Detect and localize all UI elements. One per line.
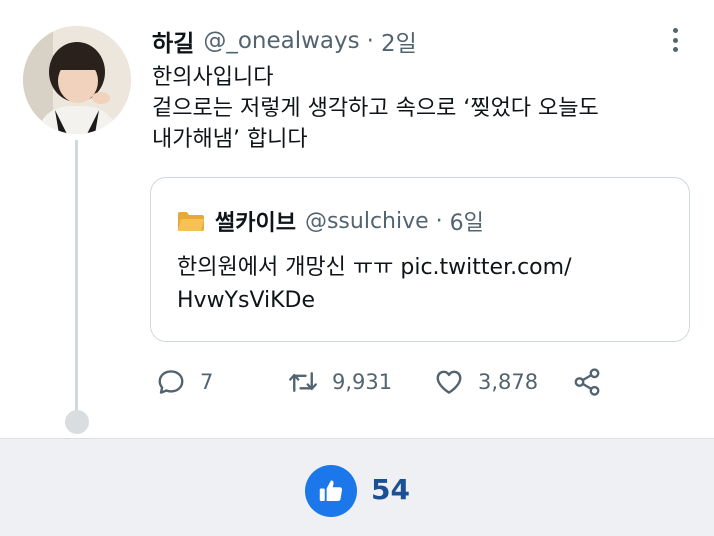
share-icon — [574, 368, 600, 396]
quoted-tweet-header: 썰카이브 @ssulchive · 6일 — [177, 204, 484, 238]
tweet-header: 하길 @_onealways · 2일 — [152, 24, 417, 58]
action-bar: 7 9,931 3,878 — [152, 364, 622, 400]
author-handle[interactable]: @_onealways — [203, 28, 359, 54]
tweet-text: 한의사입니다 겉으로는 저렇게 생각하고 속으로 ‘찢었다 오늘도 내가해냄’ … — [152, 62, 692, 155]
retweet-button[interactable]: 9,931 — [288, 364, 392, 400]
like-count: 3,878 — [478, 370, 539, 394]
footer-like-count: 54 — [371, 473, 410, 506]
quoted-tweet-time[interactable]: 6일 — [450, 205, 484, 237]
thread-line — [75, 140, 78, 412]
reply-button[interactable]: 7 — [156, 364, 213, 400]
share-button[interactable] — [572, 364, 616, 400]
tweet-time[interactable]: 2일 — [381, 24, 417, 58]
tweet-text-line: 내가해냄’ 합니다 — [152, 127, 308, 152]
retweet-icon — [289, 372, 317, 392]
quoted-tweet[interactable]: 썰카이브 @ssulchive · 6일 한의원에서 개망신 ㅠㅠ pic.tw… — [150, 177, 690, 342]
quoted-author-name[interactable]: 썰카이브 — [215, 205, 296, 237]
tweet-text-line: 한의사입니다 — [152, 65, 274, 90]
thumbs-up-icon — [319, 480, 343, 501]
separator: · — [366, 28, 374, 54]
quoted-author-handle[interactable]: @ssulchive — [305, 209, 429, 234]
quoted-text-line: 한의원에서 개망신 ㅠㅠ pic.twitter.com/ — [177, 255, 572, 280]
thumbs-up-button[interactable] — [305, 465, 357, 517]
more-options-icon[interactable] — [664, 27, 686, 53]
tweet-text-line: 겉으로는 저렇게 생각하고 속으로 ‘찢었다 오늘도 — [152, 96, 599, 121]
quoted-text-line: HvwYsViKDe — [177, 288, 316, 313]
reply-count: 7 — [200, 370, 214, 394]
retweet-count: 9,931 — [332, 370, 393, 394]
quoted-tweet-text: 한의원에서 개망신 ㅠㅠ pic.twitter.com/ HvwYsViKDe — [177, 251, 571, 317]
avatar-photo — [23, 26, 131, 134]
separator: · — [435, 208, 443, 234]
avatar[interactable] — [23, 26, 131, 134]
heart-icon — [436, 370, 462, 394]
author-name[interactable]: 하길 — [152, 24, 194, 58]
next-avatar-partial — [65, 410, 89, 434]
reaction-footer: 54 — [0, 438, 714, 536]
folder-icon — [178, 212, 204, 231]
tweet-card[interactable]: 하길 @_onealways · 2일 한의사입니다 겉으로는 저렇게 생각하고… — [0, 0, 714, 438]
like-button[interactable]: 3,878 — [434, 364, 538, 400]
reply-icon — [158, 370, 184, 394]
